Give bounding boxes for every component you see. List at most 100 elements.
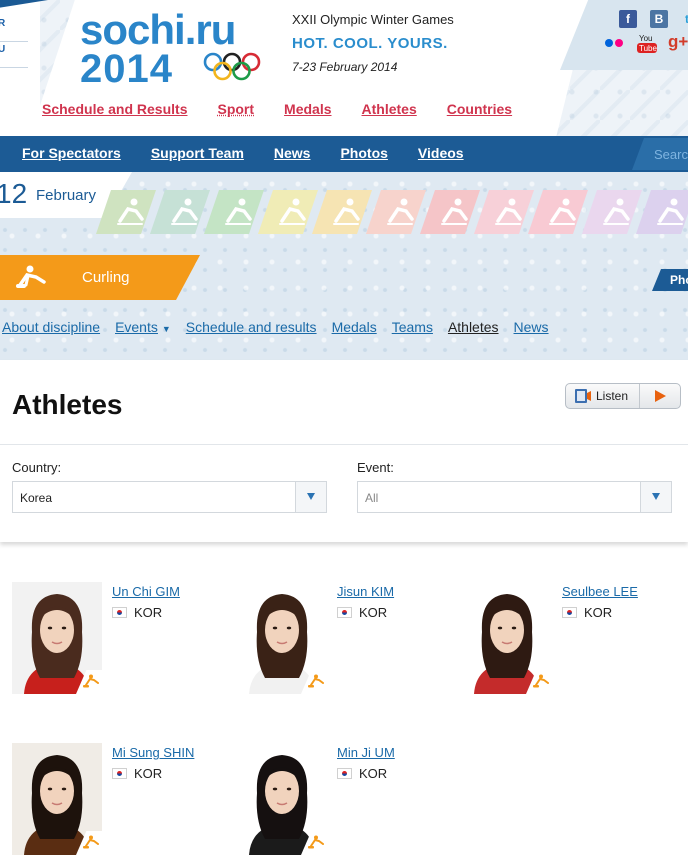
vkontakte-icon[interactable]: B (650, 10, 668, 28)
listen-label: Listen (596, 389, 629, 403)
logo-text-top: sochi.ru (80, 6, 235, 53)
flickr-icon[interactable] (604, 38, 624, 48)
subnav-about-discipline[interactable]: About discipline (2, 319, 100, 335)
athlete-card: Jisun KIM KOR (237, 582, 462, 696)
sport-tile[interactable] (582, 190, 642, 234)
korea-flag-icon (112, 768, 127, 779)
athlete-country: KOR (584, 605, 613, 620)
sport-tile[interactable] (636, 190, 688, 234)
twitter-icon[interactable]: t (678, 10, 688, 28)
sport-tile[interactable] (312, 190, 372, 234)
speaker-icon (575, 389, 591, 403)
subnav-news[interactable]: News (514, 319, 549, 335)
nav-athletes[interactable]: Athletes (362, 101, 417, 117)
nav-support-team[interactable]: Support Team (151, 145, 244, 161)
athlete-country: KOR (359, 766, 388, 781)
sport-pictogram-icon (171, 198, 198, 225)
sochi-2014-logo[interactable]: sochi.ru 2014 (80, 6, 280, 88)
country-select[interactable]: Korea (12, 481, 327, 513)
cut-off-links: R U (0, 0, 48, 68)
discipline-name: Curling (82, 269, 130, 286)
sport-pictogram-icon (495, 198, 522, 225)
sport-pictogram-icon (225, 198, 252, 225)
divider (0, 444, 688, 445)
youtube-icon[interactable]: You Tube (636, 32, 658, 54)
site-header: R U sochi.ru 2014 XXII Olympic Winter Ga… (0, 0, 688, 136)
nav-schedule-and-results[interactable]: Schedule and Results (42, 101, 187, 117)
curling-icon (533, 674, 549, 688)
caret-down-icon: ▼ (161, 324, 171, 334)
sport-tile[interactable] (366, 190, 426, 234)
sport-tile[interactable] (474, 190, 534, 234)
subnav-schedule-and-results[interactable]: Schedule and results (186, 319, 317, 335)
curling-icon (83, 835, 99, 849)
sport-tile[interactable] (150, 190, 210, 234)
subnav-events[interactable]: Events ▼ (115, 319, 171, 335)
athlete-name[interactable]: Seulbee LEE (562, 584, 638, 599)
discipline-banner: 12 February Curling Pho About discipline… (0, 172, 688, 360)
nav-countries[interactable]: Countries (447, 101, 512, 117)
sport-pictogram-icon (603, 198, 630, 225)
facebook-icon[interactable]: f (619, 10, 637, 28)
nav-medals[interactable]: Medals (284, 101, 331, 117)
listen-button[interactable]: Listen (565, 383, 681, 409)
google-plus-icon[interactable]: g+ (668, 33, 688, 51)
curling-discipline-header: Curling (0, 255, 200, 300)
sport-tile[interactable] (204, 190, 264, 234)
country-select-value: Korea (20, 491, 53, 505)
event-select-value: All (365, 491, 379, 505)
secondary-nav-bar: For Spectators Support Team News Photos … (0, 136, 688, 172)
sport-pictogram-icon (117, 198, 144, 225)
main-nav: Schedule and Results Sport Medals Athlet… (42, 101, 512, 117)
country-label: Country: (12, 460, 62, 475)
games-title: XXII Olympic Winter Games (292, 12, 454, 27)
athlete-name[interactable]: Min Ji UM (337, 745, 395, 760)
olympic-rings-icon (203, 52, 261, 81)
curling-icon (83, 674, 99, 688)
subnav-events-label: Events (115, 319, 158, 335)
nav-sport[interactable]: Sport (217, 101, 254, 117)
event-select[interactable]: All (357, 481, 672, 513)
subnav-teams[interactable]: Teams (392, 319, 433, 335)
sport-tiles (96, 190, 688, 234)
athlete-photo[interactable] (237, 743, 327, 855)
chevron-down-icon (295, 482, 326, 512)
nav-photos[interactable]: Photos (340, 145, 387, 161)
curling-icon (16, 265, 46, 288)
athlete-name[interactable]: Un Chi GIM (112, 584, 180, 599)
sport-pictogram-icon (441, 198, 468, 225)
cut-off-link-2[interactable]: U (0, 44, 28, 68)
sport-tile[interactable] (420, 190, 480, 234)
listen-separator (639, 384, 640, 408)
athlete-photo[interactable] (12, 743, 102, 855)
cut-off-link-1[interactable]: R (0, 18, 28, 42)
athlete-photo[interactable] (12, 582, 102, 694)
nav-for-spectators[interactable]: For Spectators (22, 145, 121, 161)
sport-pictogram-icon (657, 198, 684, 225)
korea-flag-icon (562, 607, 577, 618)
games-slogan: HOT. COOL. YOURS. (292, 35, 448, 52)
athlete-card: Mi Sung SHIN KOR (12, 743, 237, 857)
sport-pictogram-icon (279, 198, 306, 225)
athlete-photo[interactable] (462, 582, 552, 694)
athlete-photo[interactable] (237, 582, 327, 694)
subnav-medals[interactable]: Medals (332, 319, 377, 335)
athlete-name[interactable]: Jisun KIM (337, 584, 394, 599)
nav-videos[interactable]: Videos (418, 145, 464, 161)
page-title: Athletes (12, 389, 123, 420)
athlete-card: Un Chi GIM KOR (12, 582, 237, 696)
chevron-down-icon (640, 482, 671, 512)
search-input[interactable]: Search (632, 138, 688, 170)
play-icon (655, 390, 666, 402)
sport-tile[interactable] (96, 190, 156, 234)
sport-tile[interactable] (528, 190, 588, 234)
logo-text-bottom: 2014 (80, 47, 173, 88)
athlete-name[interactable]: Mi Sung SHIN (112, 745, 194, 760)
sport-pictogram-icon (333, 198, 360, 225)
athlete-country: KOR (134, 605, 163, 620)
sport-tile[interactable] (258, 190, 318, 234)
discipline-sub-nav: About discipline Events ▼ Schedule and re… (2, 319, 549, 335)
nav-news[interactable]: News (274, 145, 311, 161)
korea-flag-icon (112, 607, 127, 618)
subnav-athletes[interactable]: Athletes (448, 319, 499, 335)
